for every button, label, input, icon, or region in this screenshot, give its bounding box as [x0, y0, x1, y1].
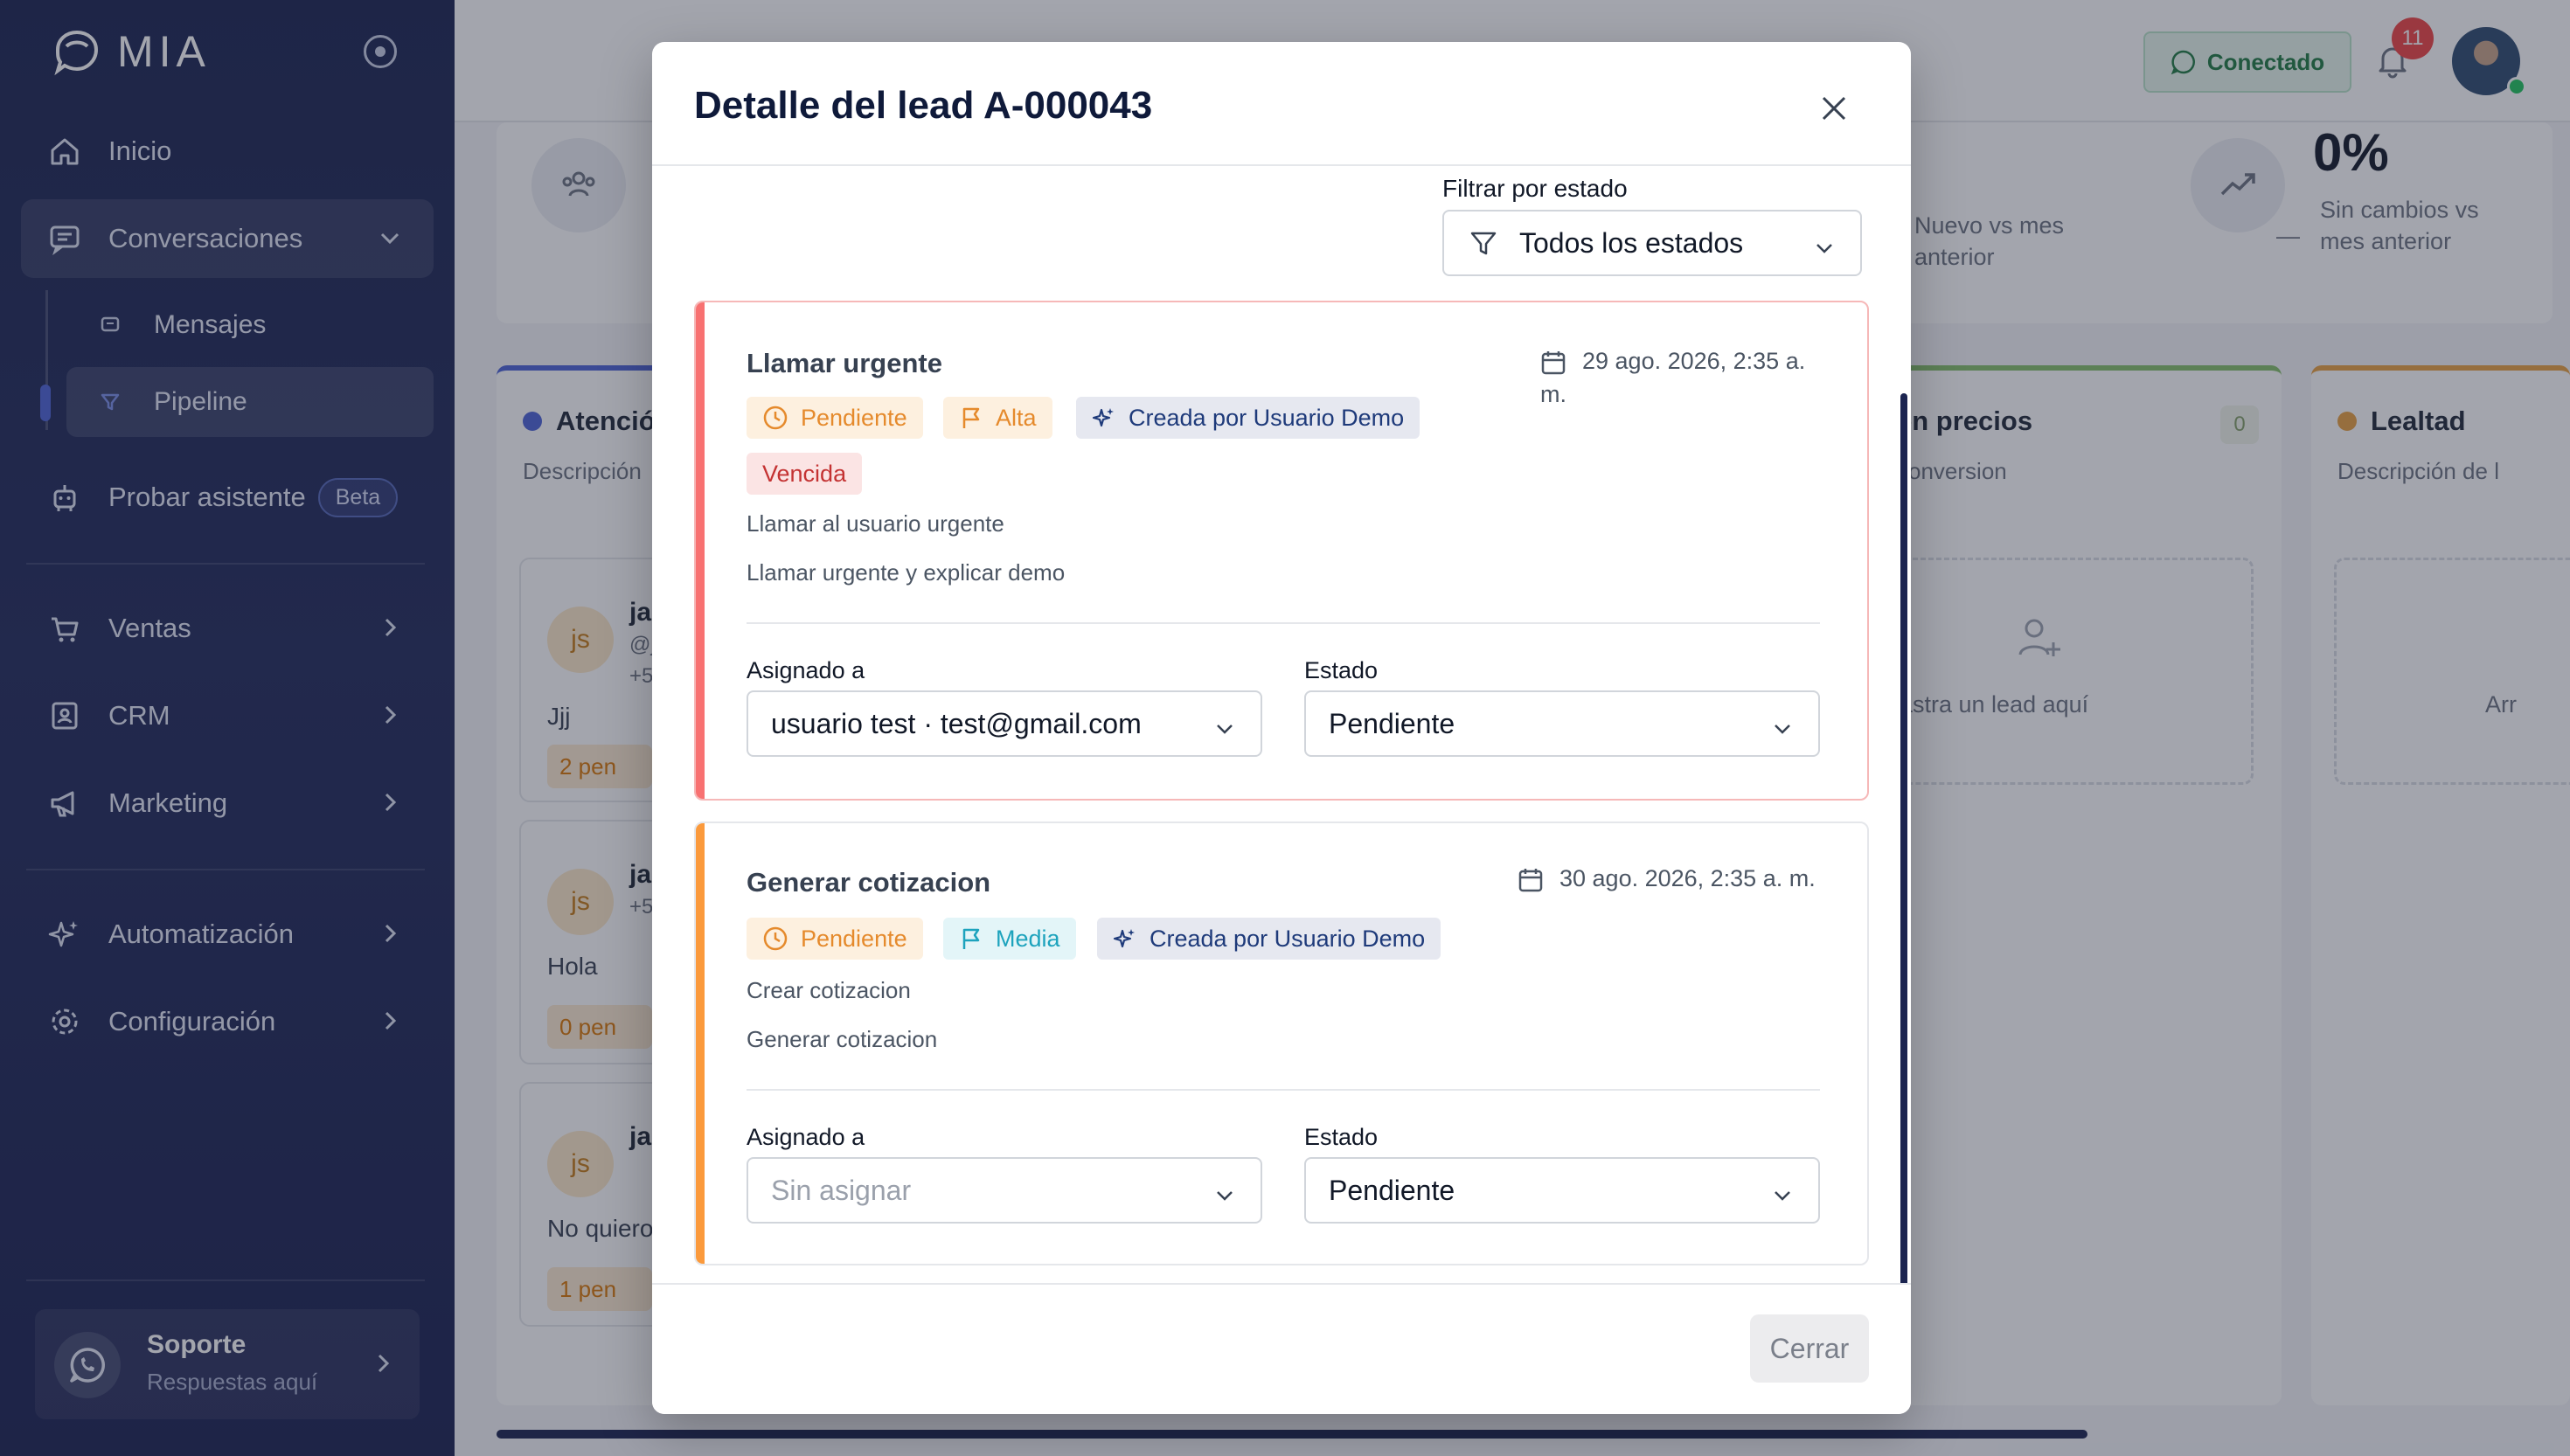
modal-body: Filtrar por estado Todos los estados Lla…	[652, 166, 1911, 1327]
clock-icon	[763, 926, 788, 951]
chevron-down-icon	[1213, 1182, 1236, 1214]
status-filter-value: Todos los estados	[1519, 226, 1744, 259]
chevron-down-icon	[1813, 234, 1836, 267]
status-badge: Pendiente	[747, 397, 923, 439]
status-badge: Pendiente	[747, 918, 923, 960]
priority-badge: Media	[943, 918, 1076, 960]
task-notes: Generar cotizacion	[747, 1026, 938, 1052]
task-description: Crear cotizacion	[747, 977, 911, 1003]
filter-label: Filtrar por estado	[1442, 175, 1628, 202]
status-badge-text: Pendiente	[801, 925, 907, 952]
state-label: Estado	[1304, 657, 1379, 683]
task-state-value: Pendiente	[1329, 707, 1455, 739]
assigned-label: Asignado a	[747, 657, 865, 683]
overdue-badge-text: Vencida	[762, 460, 847, 487]
task-date-line: 30 ago. 2026, 2:35 a. m.	[1559, 865, 1816, 891]
flag-icon	[962, 407, 980, 428]
creator-badge: Creada por Usuario Demo	[1076, 397, 1420, 439]
task-state-select[interactable]: Pendiente	[1304, 1157, 1820, 1224]
close-button[interactable]: Cerrar	[1750, 1314, 1869, 1383]
assignee-select-value: usuario test · test@gmail.com	[771, 707, 1142, 739]
calendar-icon	[1518, 867, 1544, 902]
task-notes: Llamar urgente y explicar demo	[747, 559, 1066, 586]
task-due-date: 30 ago. 2026, 2:35 a. m.	[1518, 862, 1850, 895]
task-title: Generar cotizacion	[747, 867, 991, 898]
creator-badge: Creada por Usuario Demo	[1097, 918, 1441, 960]
modal-scrollbar[interactable]	[1900, 393, 1907, 1302]
status-filter-select[interactable]: Todos los estados	[1442, 210, 1862, 276]
close-icon[interactable]	[1816, 91, 1851, 126]
modal-title: Detalle del lead A-000043	[694, 84, 1153, 127]
task-title: Llamar urgente	[747, 348, 942, 378]
task-state-value: Pendiente	[1329, 1174, 1455, 1206]
task-card: Llamar urgente 29 ago. 2026, 2:35 a. m. …	[694, 301, 1869, 801]
chevron-down-icon	[1771, 1182, 1794, 1214]
calendar-icon	[1540, 350, 1566, 385]
task-accent-bar	[696, 823, 705, 1264]
chevron-down-icon	[1213, 715, 1236, 747]
assignee-select-placeholder: Sin asignar	[771, 1174, 912, 1206]
creator-badge-text: Creada por Usuario Demo	[1129, 404, 1405, 431]
task-state-select[interactable]: Pendiente	[1304, 690, 1820, 757]
creator-badge-text: Creada por Usuario Demo	[1150, 925, 1426, 952]
task-date-line: 29 ago. 2026, 2:35 a.	[1582, 348, 1806, 374]
task-accent-bar	[696, 302, 705, 799]
flag-icon	[962, 928, 980, 949]
lead-detail-modal: Detalle del lead A-000043 Filtrar por es…	[652, 42, 1911, 1414]
assignee-select[interactable]: usuario test · test@gmail.com	[747, 690, 1262, 757]
priority-badge: Alta	[943, 397, 1052, 439]
task-due-date: 29 ago. 2026, 2:35 a. m.	[1540, 344, 1820, 411]
task-divider	[747, 1089, 1820, 1091]
filter-icon	[1469, 229, 1498, 266]
task-date-line: m.	[1540, 381, 1566, 407]
priority-badge-text: Media	[996, 925, 1060, 952]
overdue-badge: Vencida	[747, 453, 863, 495]
clock-icon	[763, 406, 788, 430]
task-description: Llamar al usuario urgente	[747, 510, 1004, 537]
modal-header: Detalle del lead A-000043	[652, 42, 1911, 166]
task-divider	[747, 622, 1820, 624]
sparkles-icon	[1092, 408, 1114, 427]
priority-badge-text: Alta	[996, 404, 1037, 431]
assignee-select[interactable]: Sin asignar	[747, 1157, 1262, 1224]
status-badge-text: Pendiente	[801, 404, 907, 431]
modal-footer: Cerrar	[652, 1283, 1911, 1414]
chevron-down-icon	[1771, 715, 1794, 747]
task-card: Generar cotizacion 30 ago. 2026, 2:35 a.…	[694, 822, 1869, 1265]
sparkles-icon	[1113, 929, 1135, 948]
assigned-label: Asignado a	[747, 1124, 865, 1150]
state-label: Estado	[1304, 1124, 1379, 1150]
